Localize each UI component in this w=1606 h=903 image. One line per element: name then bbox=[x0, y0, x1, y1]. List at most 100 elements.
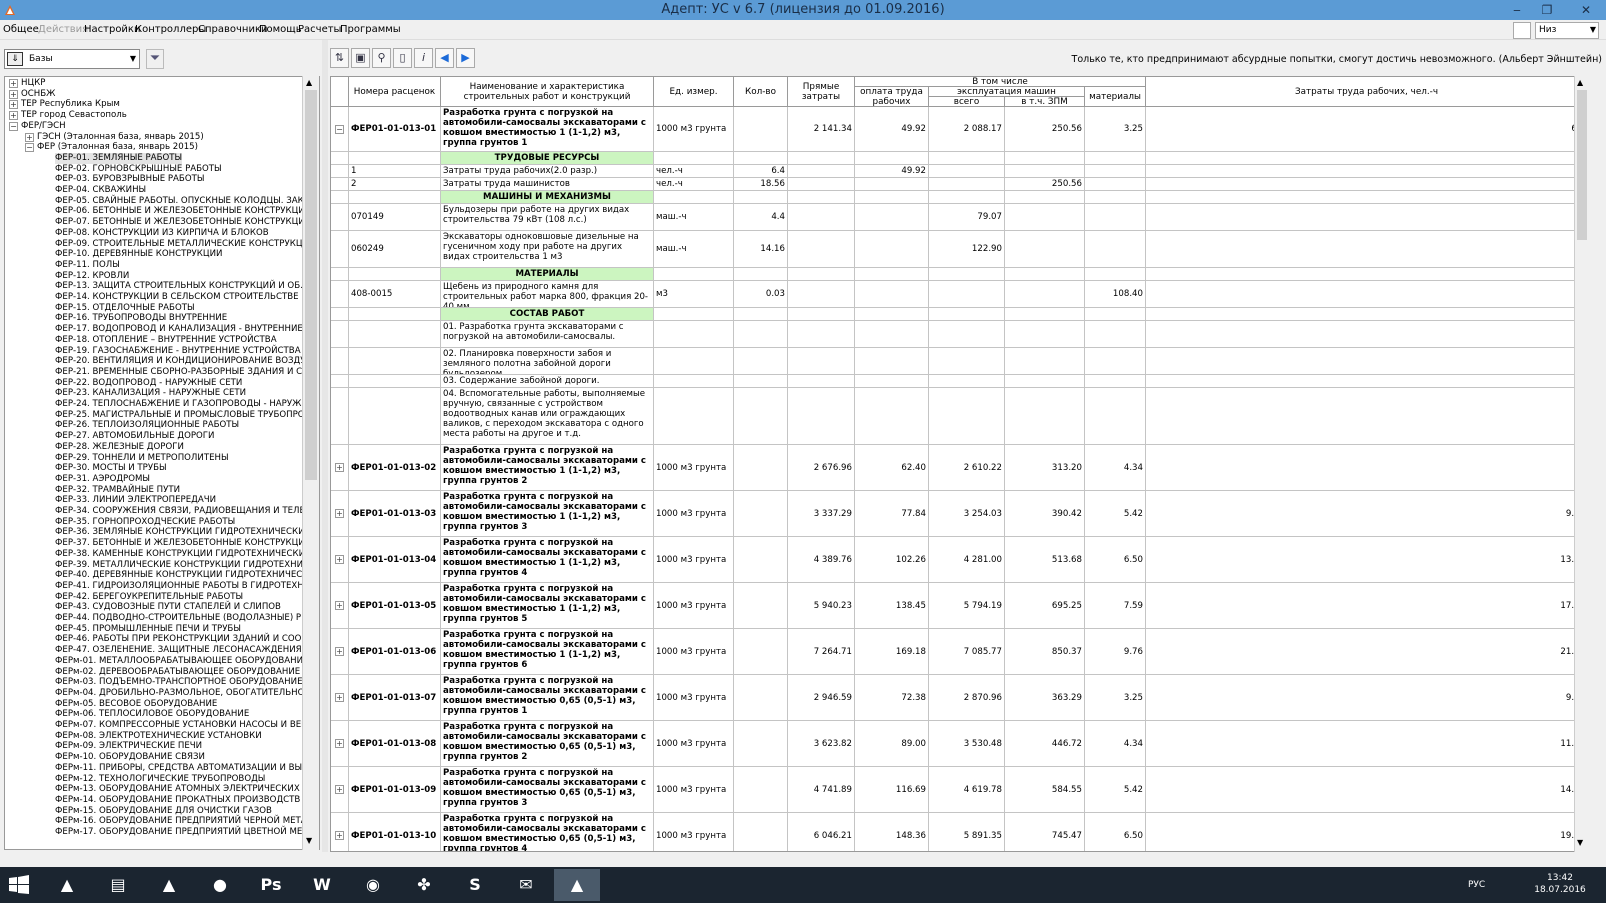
tree-node[interactable]: ФЕР-06. БЕТОННЫЕ И ЖЕЛЕЗОБЕТОННЫЕ КОНСТР… bbox=[5, 206, 313, 217]
tree-node[interactable]: ФЕР-29. ТОННЕЛИ И МЕТРОПОЛИТЕНЫ bbox=[5, 453, 303, 464]
explorer-icon[interactable]: ▤ bbox=[95, 869, 141, 901]
info-icon[interactable]: i bbox=[414, 48, 433, 68]
tree-node[interactable]: ФЕР-14. КОНСТРУКЦИИ В СЕЛЬСКОМ СТРОИТЕЛЬ… bbox=[5, 292, 303, 303]
tree-node[interactable]: ФЕР-15. ОТДЕЛОЧНЫЕ РАБОТЫ bbox=[5, 303, 303, 314]
scroll-up-icon[interactable]: ▲ bbox=[306, 78, 312, 87]
scroll-down-icon[interactable]: ▼ bbox=[1577, 838, 1583, 847]
tree-node[interactable]: ФЕР-17. ВОДОПРОВОД И КАНАЛИЗАЦИЯ - ВНУТР… bbox=[5, 324, 314, 335]
tree-node[interactable]: ФЕР-25. МАГИСТРАЛЬНЫЕ И ПРОМЫСЛОВЫЕ ТРУБ… bbox=[5, 410, 313, 421]
tree-node[interactable]: ФЕР-43. СУДОВОЗНЫЕ ПУТИ СТАПЕЛЕЙ И СЛИПО… bbox=[5, 602, 303, 613]
menu-item[interactable]: Действия bbox=[38, 24, 88, 35]
tree-node[interactable]: ФЕРм-02. ДЕРЕВООБРАБАТЫВАЮЩЕЕ ОБОРУДОВАН… bbox=[5, 667, 303, 678]
tree-node[interactable]: ФЕР-26. ТЕПЛОИЗОЛЯЦИОННЫЕ РАБОТЫ bbox=[5, 420, 303, 431]
skype-icon[interactable]: S bbox=[452, 869, 498, 901]
minimize-button[interactable]: ‒ bbox=[1502, 0, 1532, 20]
search-icon[interactable]: ⚲ bbox=[372, 48, 391, 68]
menu-item[interactable]: Справочники bbox=[198, 24, 268, 35]
tree-node[interactable]: ФЕР-02. ГОРНОВСКРЫШНЫЕ РАБОТЫ bbox=[5, 164, 303, 175]
menu-item[interactable]: Общее bbox=[3, 24, 39, 35]
language-indicator[interactable]: РУС bbox=[1468, 880, 1485, 890]
tree-node[interactable]: ФЕРм-08. ЭЛЕКТРОТЕХНИЧЕСКИЕ УСТАНОВКИ bbox=[5, 731, 303, 742]
expand-icon[interactable]: + bbox=[9, 89, 18, 99]
tree-node[interactable]: ФЕР-46. РАБОТЫ ПРИ РЕКОНСТРУКЦИИ ЗДАНИЙ … bbox=[5, 634, 310, 645]
tree-node[interactable]: ФЕР-05. СВАЙНЫЕ РАБОТЫ. ОПУСКНЫЕ КОЛОДЦЫ… bbox=[5, 196, 312, 207]
tree-node[interactable]: ФЕР-18. ОТОПЛЕНИЕ – ВНУТРЕННИЕ УСТРОЙСТВ… bbox=[5, 335, 303, 346]
tree-node[interactable]: ФЕР-39. МЕТАЛЛИЧЕСКИЕ КОНСТРУКЦИИ ГИДРОТ… bbox=[5, 560, 311, 571]
tree-node[interactable]: ФЕР-47. ОЗЕЛЕНЕНИЕ. ЗАЩИТНЫЕ ЛЕСОНАСАЖДЕ… bbox=[5, 645, 303, 656]
tree-node[interactable]: ФЕР-03. БУРОВЗРЫВНЫЕ РАБОТЫ bbox=[5, 174, 303, 185]
collapse-icon[interactable]: − bbox=[9, 121, 18, 131]
tree-node[interactable]: ФЕРм-12. ТЕХНОЛОГИЧЕСКИЕ ТРУБОПРОВОДЫ bbox=[5, 774, 303, 785]
tree-node[interactable]: ФЕР-32. ТРАМВАЙНЫЕ ПУТИ bbox=[5, 485, 303, 496]
tree-node[interactable]: ФЕРм-04. ДРОБИЛЬНО-РАЗМОЛЬНОЕ, ОБОГАТИТЕ… bbox=[5, 688, 313, 699]
tree-node[interactable]: ФЕРм-11. ПРИБОРЫ, СРЕДСТВА АВТОМАТИЗАЦИИ… bbox=[5, 763, 316, 774]
tree-node[interactable]: ФЕР-11. ПОЛЫ bbox=[5, 260, 303, 271]
tree-node[interactable]: + ТЕР Республика Крым bbox=[5, 99, 303, 110]
copy-icon[interactable]: ▣ bbox=[351, 48, 370, 68]
tree-node[interactable]: ФЕРм-05. ВЕСОВОЕ ОБОРУДОВАНИЕ bbox=[5, 699, 303, 710]
tree-node[interactable]: ФЕР-33. ЛИНИИ ЭЛЕКТРОПЕРЕДАЧИ bbox=[5, 495, 303, 506]
tree-node[interactable]: ФЕР-21. ВРЕМЕННЫЕ СБОРНО-РАЗБОРНЫЕ ЗДАНИ… bbox=[5, 367, 310, 378]
tree-node[interactable]: ФЕР-40. ДЕРЕВЯННЫЕ КОНСТРУКЦИИ ГИДРОТЕХН… bbox=[5, 570, 310, 581]
firefox-icon[interactable]: ● bbox=[197, 869, 243, 901]
tree-node[interactable]: ФЕРм-09. ЭЛЕКТРИЧЕСКИЕ ПЕЧИ bbox=[5, 741, 303, 752]
tree-node[interactable]: ФЕР-04. СКВАЖИНЫ bbox=[5, 185, 303, 196]
close-button[interactable]: ✕ bbox=[1566, 0, 1606, 20]
tree-node[interactable]: ФЕР-16. ТРУБОПРОВОДЫ ВНУТРЕННИЕ bbox=[5, 313, 303, 324]
expand-icon[interactable]: + bbox=[9, 79, 18, 88]
tree-node[interactable]: ФЕР-44. ПОДВОДНО-СТРОИТЕЛЬНЫЕ (ВОДОЛАЗНЫ… bbox=[5, 613, 309, 624]
panel-splitter[interactable] bbox=[322, 40, 328, 852]
scroll-thumb[interactable] bbox=[305, 90, 317, 480]
chrome-icon[interactable]: ◉ bbox=[350, 869, 396, 901]
tree-node[interactable]: ФЕР-28. ЖЕЛЕЗНЫЕ ДОРОГИ bbox=[5, 442, 303, 453]
tree-node[interactable]: ФЕР-42. БЕРЕГОУКРЕПИТЕЛЬНЫЕ РАБОТЫ bbox=[5, 592, 303, 603]
adept-app-icon[interactable]: ▲ bbox=[44, 869, 90, 901]
expand-icon[interactable]: + bbox=[25, 132, 34, 142]
word-icon[interactable]: W bbox=[299, 869, 345, 901]
menu-item[interactable]: Контроллеры bbox=[135, 24, 206, 35]
tree-node[interactable]: ФЕР-19. ГАЗОСНАБЖЕНИЕ - ВНУТРЕННИЕ УСТРО… bbox=[5, 346, 303, 357]
clover-icon[interactable]: ✤ bbox=[401, 869, 447, 901]
tree-node[interactable]: ФЕР-13. ЗАЩИТА СТРОИТЕЛЬНЫХ КОНСТРУКЦИЙ … bbox=[5, 281, 308, 292]
tree-node[interactable]: + ТЕР город Севастополь bbox=[5, 110, 303, 121]
tree-node[interactable]: ФЕР-38. КАМЕННЫЕ КОНСТРУКЦИИ ГИДРОТЕХНИЧ… bbox=[5, 549, 313, 560]
thunderbird-icon[interactable]: ✉ bbox=[503, 869, 549, 901]
tree-node[interactable]: ФЕРм-15. ОБОРУДОВАНИЕ ДЛЯ ОЧИСТКИ ГАЗОВ bbox=[5, 806, 303, 817]
tree-node[interactable]: ФЕР-07. БЕТОННЫЕ И ЖЕЛЕЗОБЕТОННЫЕ КОНСТР… bbox=[5, 217, 313, 228]
tree-node[interactable]: ФЕРм-07. КОМПРЕССОРНЫЕ УСТАНОВКИ НАСОСЫ … bbox=[5, 720, 316, 731]
tree-scrollbar[interactable]: ▲ ▼ bbox=[302, 76, 319, 850]
maximize-button[interactable]: ❐ bbox=[1532, 0, 1562, 20]
filter-icon[interactable]: ⏷ bbox=[146, 49, 164, 69]
tree-node[interactable]: ФЕР-20. ВЕНТИЛЯЦИЯ И КОНДИЦИОНИРОВАНИЕ В… bbox=[5, 356, 314, 367]
tree-node[interactable]: ФЕР-09. СТРОИТЕЛЬНЫЕ МЕТАЛЛИЧЕСКИЕ КОНСТ… bbox=[5, 239, 315, 250]
tree-node[interactable]: ФЕРм-17. ОБОРУДОВАНИЕ ПРЕДПРИЯТИЙ ЦВЕТНО… bbox=[5, 827, 316, 838]
back-arrow-icon[interactable]: ◀ bbox=[435, 48, 454, 68]
tree-node[interactable]: ФЕР-41. ГИДРОИЗОЛЯЦИОННЫЕ РАБОТЫ В ГИДРО… bbox=[5, 581, 312, 592]
page-icon[interactable]: ▯ bbox=[393, 48, 412, 68]
tree-node[interactable]: ФЕР-01. ЗЕМЛЯНЫЕ РАБОТЫ bbox=[5, 152, 303, 164]
tree-node[interactable]: ФЕР-12. КРОВЛИ bbox=[5, 271, 303, 282]
clock[interactable]: 13:42 18.07.2016 bbox=[1532, 872, 1588, 896]
tree-node[interactable]: + ГЭСН (Эталонная база, январь 2015) bbox=[5, 132, 303, 143]
base-select[interactable]: ⇓ Базы ▼ bbox=[4, 49, 140, 69]
expand-icon[interactable]: + bbox=[9, 111, 18, 121]
tree-node[interactable]: ФЕР-24. ТЕПЛОСНАБЖЕНИЕ И ГАЗОПРОВОДЫ - Н… bbox=[5, 399, 310, 410]
collapse-icon[interactable]: − bbox=[25, 143, 34, 153]
tree-node[interactable]: ФЕР-30. МОСТЫ И ТРУБЫ bbox=[5, 463, 303, 474]
tree-node[interactable]: ФЕР-10. ДЕРЕВЯННЫЕ КОНСТРУКЦИИ bbox=[5, 249, 303, 260]
tree-node[interactable]: ФЕРм-10. ОБОРУДОВАНИЕ СВЯЗИ bbox=[5, 752, 303, 763]
tree-node[interactable]: ФЕРм-06. ТЕПЛОСИЛОВОЕ ОБОРУДОВАНИЕ bbox=[5, 709, 303, 720]
tree-node[interactable]: ФЕР-27. АВТОМОБИЛЬНЫЕ ДОРОГИ bbox=[5, 431, 303, 442]
tree-node[interactable]: ФЕРм-16. ОБОРУДОВАНИЕ ПРЕДПРИЯТИЙ ЧЕРНОЙ… bbox=[5, 816, 315, 827]
tree-node[interactable]: ФЕР-22. ВОДОПРОВОД - НАРУЖНЫЕ СЕТИ bbox=[5, 378, 303, 389]
view-select[interactable]: Низ ▼ bbox=[1535, 22, 1599, 39]
tree-node[interactable]: ФЕР-37. БЕТОННЫЕ И ЖЕЛЕЗОБЕТОННЫЕ КОНСТР… bbox=[5, 538, 313, 549]
tree-node[interactable]: ФЕР-34. СООРУЖЕНИЯ СВЯЗИ, РАДИОВЕЩАНИЯ И… bbox=[5, 506, 313, 517]
menu-item[interactable]: Программы bbox=[340, 24, 401, 35]
tree-node[interactable]: ФЕР-35. ГОРНОПРОХОДЧЕСКИЕ РАБОТЫ bbox=[5, 517, 303, 528]
adept-app-icon[interactable]: ▲ bbox=[146, 869, 192, 901]
photoshop-icon[interactable]: Ps bbox=[248, 869, 294, 901]
scroll-down-icon[interactable]: ▼ bbox=[306, 836, 312, 845]
tree-node[interactable]: − ФЕР/ГЭСН bbox=[5, 121, 303, 132]
adept-app-icon[interactable]: ▲ bbox=[554, 869, 600, 901]
